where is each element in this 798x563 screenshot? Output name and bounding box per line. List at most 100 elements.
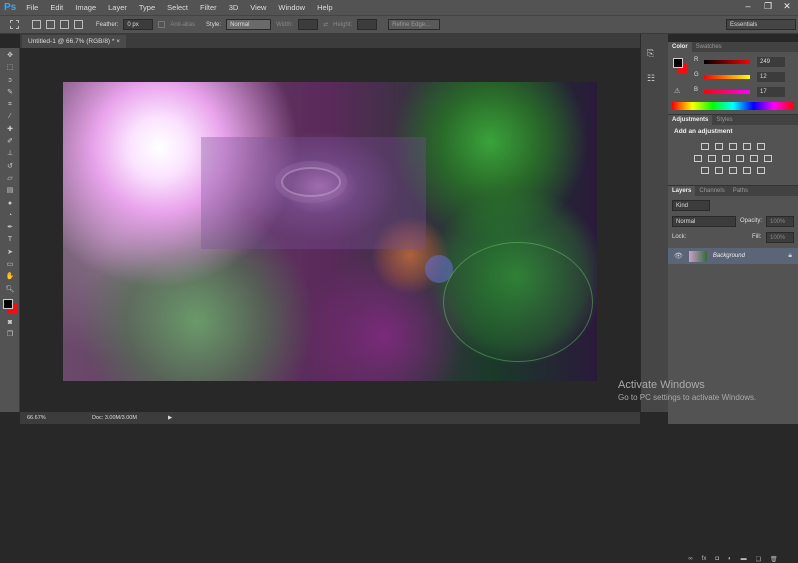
adjustment-icons-row-1[interactable]	[668, 143, 798, 150]
tab-layers[interactable]: Layers	[668, 186, 696, 196]
kind-filter[interactable]: Kind	[672, 200, 710, 211]
dodge-tool-icon[interactable]: ◔	[4, 211, 16, 220]
crop-tool-icon[interactable]: ⌗	[4, 100, 16, 109]
folder-icon[interactable]: ▬	[741, 556, 747, 563]
width-input[interactable]	[298, 19, 319, 30]
healing-tool-icon[interactable]: ✚	[4, 125, 16, 134]
zoom-tool-icon[interactable]: 🔍︎	[4, 285, 16, 294]
move-tool-icon[interactable]: ✥	[4, 51, 16, 60]
trash-icon[interactable]: 🗑︎	[770, 556, 778, 563]
opacity-label: Opacity:	[740, 218, 763, 224]
history-brush-icon[interactable]: ↺	[4, 162, 16, 171]
tab-color[interactable]: Color	[668, 42, 692, 52]
close-button[interactable]: ✕	[776, 0, 798, 13]
eyedropper-tool-icon[interactable]: ⁄	[4, 112, 16, 121]
layer-row-background[interactable]: 👁︎ Background 🔒︎	[668, 248, 798, 264]
tab-adjustments[interactable]: Adjustments	[668, 115, 713, 125]
antialias-label: Anti-alias	[170, 21, 196, 28]
new-layer-icon[interactable]: ❏	[756, 556, 761, 563]
tab-swatches[interactable]: Swatches	[692, 42, 726, 52]
marquee-tool-icon[interactable]	[10, 20, 19, 29]
menu-3d[interactable]: 3D	[229, 3, 239, 12]
antialias-checkbox[interactable]	[158, 21, 166, 28]
document-tab[interactable]: Untitled-1 @ 66.7% (RGB/8) * ×	[22, 35, 127, 48]
tab-styles[interactable]: Styles	[712, 115, 736, 125]
hand-tool-icon[interactable]: ✋	[4, 272, 16, 281]
color-swatches[interactable]	[0, 297, 19, 315]
lens-flare-ring	[443, 242, 593, 362]
properties-panel-icon[interactable]: ☷	[647, 73, 662, 84]
b-value[interactable]: 17	[757, 87, 785, 97]
history-panel-icon[interactable]: ⎘	[647, 48, 662, 59]
blend-mode-select[interactable]: Normal	[672, 216, 736, 227]
adjustment-icons-row-3[interactable]	[668, 167, 798, 174]
r-value[interactable]: 249	[757, 57, 785, 67]
quick-mask-icon[interactable]: ◙	[4, 318, 16, 327]
gamut-warning-icon: ⚠	[674, 88, 681, 95]
tab-paths[interactable]: Paths	[729, 186, 752, 196]
intersect-selection-icon[interactable]	[74, 20, 83, 29]
lasso-tool-icon[interactable]: ↄ	[4, 76, 16, 85]
status-menu-arrow-icon[interactable]: ▶	[168, 412, 172, 424]
menu-window[interactable]: Window	[278, 3, 305, 12]
document-canvas[interactable]	[63, 82, 597, 381]
menu-image[interactable]: Image	[75, 3, 96, 12]
eraser-tool-icon[interactable]: ▱	[4, 174, 16, 183]
menu-type[interactable]: Type	[139, 3, 155, 12]
photoshop-logo: Ps	[4, 2, 17, 13]
swap-icon[interactable]: ⇄	[323, 21, 328, 28]
opacity-input[interactable]: 100%	[766, 216, 794, 227]
menu-edit[interactable]: Edit	[50, 3, 63, 12]
feather-input[interactable]: 0 px	[123, 19, 154, 30]
r-slider[interactable]	[704, 60, 750, 64]
menu-filter[interactable]: Filter	[200, 3, 217, 12]
adjustment-icons-row-2[interactable]	[668, 155, 798, 162]
minimize-button[interactable]: –	[737, 0, 759, 13]
menu-layer[interactable]: Layer	[108, 3, 127, 12]
status-bar: 66.67% Doc: 3.00M/3.00M ▶	[20, 412, 640, 424]
width-label: Width:	[276, 21, 294, 28]
zoom-level[interactable]: 66.67%	[27, 412, 46, 424]
menu-file[interactable]: File	[26, 3, 38, 12]
style-select[interactable]: Normal	[226, 19, 272, 30]
type-tool-icon[interactable]: T	[4, 235, 16, 244]
lock-label: Lock:	[672, 234, 687, 240]
mask-icon[interactable]: ◘	[715, 556, 719, 563]
layers-footer: ∞ fx ◘ ◐ ▬ ❏ 🗑︎	[668, 556, 798, 563]
g-slider[interactable]	[704, 75, 750, 79]
path-select-tool-icon[interactable]: ➤	[4, 248, 16, 257]
gradient-tool-icon[interactable]: ▤	[4, 186, 16, 195]
subtract-selection-icon[interactable]	[60, 20, 69, 29]
marquee-tool-icon[interactable]: ⬚	[4, 63, 16, 72]
menu-view[interactable]: View	[250, 3, 266, 12]
workspace-select[interactable]: Essentials	[726, 19, 796, 30]
pen-tool-icon[interactable]: ✒	[4, 223, 16, 232]
color-spectrum[interactable]	[672, 102, 794, 110]
foreground-color[interactable]	[673, 58, 683, 68]
foreground-color-swatch[interactable]	[3, 298, 13, 309]
close-tab-icon[interactable]: ×	[116, 38, 120, 45]
refine-edge-button[interactable]: Refine Edge...	[388, 19, 441, 30]
height-input[interactable]	[357, 19, 378, 30]
layer-name[interactable]: Background	[713, 253, 745, 259]
new-selection-icon[interactable]	[32, 20, 41, 29]
visibility-eye-icon[interactable]: 👁︎	[674, 252, 683, 260]
menu-help[interactable]: Help	[317, 3, 332, 12]
menu-select[interactable]: Select	[167, 3, 188, 12]
add-selection-icon[interactable]	[46, 20, 55, 29]
quick-select-tool-icon[interactable]: ✎	[4, 88, 16, 97]
brush-tool-icon[interactable]: ✐	[4, 137, 16, 146]
g-value[interactable]: 12	[757, 72, 785, 82]
shape-tool-icon[interactable]: ▭	[4, 260, 16, 269]
adjustment-layer-icon[interactable]: ◐	[728, 556, 732, 563]
document-title: Untitled-1 @ 66.7% (RGB/8) *	[28, 38, 115, 45]
ripple-rings	[281, 167, 341, 197]
tab-channels[interactable]: Channels	[695, 186, 728, 196]
b-slider[interactable]	[704, 90, 750, 94]
fill-input[interactable]: 100%	[766, 232, 794, 243]
stamp-tool-icon[interactable]: ⊥	[4, 149, 16, 158]
blur-tool-icon[interactable]: ●	[4, 199, 16, 208]
link-icon[interactable]: ∞	[688, 556, 692, 563]
screen-mode-icon[interactable]: ❐	[4, 330, 16, 339]
fx-icon[interactable]: fx	[702, 556, 707, 563]
